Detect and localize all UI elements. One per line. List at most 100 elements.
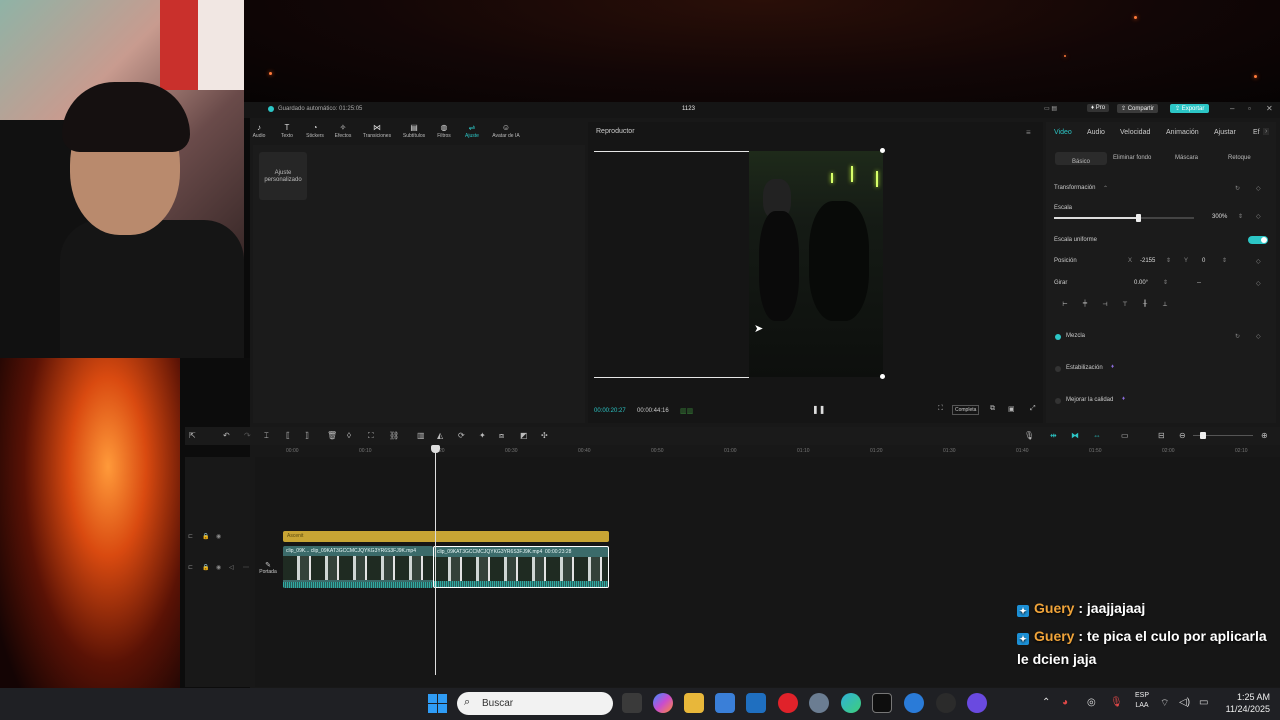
zoom-slider-knob[interactable] [1200, 432, 1206, 439]
magic-icon[interactable]: ✦ [479, 431, 486, 440]
subtab-basic[interactable]: Básico [1055, 152, 1107, 165]
taskbar-search[interactable]: Buscar [457, 692, 613, 715]
pause-button[interactable]: ❚❚ [812, 405, 825, 414]
link-clips-icon[interactable]: ⧓ [1071, 431, 1079, 440]
cover-button[interactable]: ✎ Portada [257, 561, 279, 579]
crop-tool-icon[interactable]: ⛶ [368, 431, 374, 441]
scale-slider-knob[interactable] [1136, 214, 1141, 222]
crop-icon[interactable]: ⛶ [938, 405, 943, 413]
rotate-tool-icon[interactable]: ⟳ [458, 431, 465, 440]
align-center-icon[interactable]: ╪ [1078, 301, 1092, 310]
playhead-handle[interactable] [431, 445, 440, 453]
pos-x-field[interactable]: -2155 [1140, 258, 1155, 264]
tab-animation[interactable]: Animación [1166, 129, 1199, 136]
lock-icon[interactable]: 🔒 [202, 533, 209, 540]
waveform-icon[interactable]: ▥▥ [680, 407, 693, 415]
undo-icon[interactable]: ↶ [223, 431, 230, 440]
caption-icon[interactable]: ▭ [1121, 431, 1129, 440]
tool-subtitles[interactable]: ▤ Subtítulos [399, 124, 429, 140]
align-bottom-icon[interactable]: ⊥ [1158, 301, 1172, 310]
tray-record-icon[interactable]: ◎ [1087, 697, 1096, 708]
redo-icon[interactable]: ↷ [244, 431, 251, 440]
playhead[interactable] [435, 445, 436, 675]
align-left-icon[interactable]: ⊢ [1058, 301, 1072, 310]
align-middle-icon[interactable]: ╫ [1138, 301, 1152, 310]
mirror-icon[interactable]: ◭ [437, 431, 443, 440]
rotate-extra[interactable]: -- [1197, 280, 1201, 286]
clock[interactable]: 1:25 AM 11/24/2025 [1220, 691, 1270, 715]
share-button[interactable]: ⇪ Compartir [1117, 104, 1159, 113]
store-icon[interactable] [715, 693, 735, 713]
video-clip[interactable]: clip_09K... clip_09KAT3GCCMCJQYKG3YR6S3F… [283, 546, 433, 588]
close-icon[interactable]: ✕ [1266, 104, 1273, 113]
file-explorer-icon[interactable] [684, 693, 704, 713]
stepper-icon[interactable]: ⇕ [1222, 257, 1227, 264]
maximize-icon[interactable]: ▫ [1248, 104, 1251, 113]
minimize-icon[interactable]: – [1230, 104, 1234, 113]
windows-start-icon[interactable] [428, 694, 448, 714]
fullscreen-preview-icon[interactable]: ⧉ [990, 405, 995, 413]
tool-audio[interactable]: ♪ Audio [244, 124, 274, 140]
ratio-icon[interactable]: ▣ [1008, 405, 1015, 413]
tab-effects[interactable]: Ef [1253, 129, 1260, 136]
custom-adjust-card[interactable]: Ajuste personalizado [259, 152, 307, 200]
reset-icon[interactable]: ↻ [1235, 185, 1240, 192]
lock-icon[interactable]: 🔒 [202, 564, 209, 571]
video-clip-selected[interactable]: clip_09KAT3GCCMCJQYKG3YR6S3FJ9K.mp4 00:0… [433, 546, 609, 588]
battery-icon[interactable]: ▭ [1199, 697, 1208, 708]
keyframe-icon[interactable]: ◇ [1256, 213, 1261, 220]
tray-app-icon[interactable]: ◕ [1062, 697, 1068, 708]
tab-video[interactable]: Video [1054, 129, 1072, 136]
keyframe-icon[interactable]: ◇ [1256, 333, 1261, 340]
resize-handle[interactable] [880, 374, 885, 379]
trim-right-icon[interactable]: ⟧ [305, 431, 309, 440]
quality-checkbox[interactable] [1055, 398, 1061, 404]
tab-speed[interactable]: Velocidad [1120, 129, 1150, 136]
video-preview[interactable] [749, 151, 883, 377]
pro-badge[interactable]: ♦ Pro [1087, 104, 1110, 112]
app-icon[interactable] [904, 693, 924, 713]
mute-icon[interactable]: ◁ [229, 564, 234, 571]
subtab-remove-bg[interactable]: Eliminar fondo [1113, 155, 1151, 161]
smart-cut-icon[interactable]: ✣ [541, 431, 548, 440]
freeze-icon[interactable]: ▥ [417, 431, 425, 440]
chevron-right-icon[interactable]: › [1263, 128, 1270, 135]
task-view-icon[interactable] [622, 693, 642, 713]
tool-text[interactable]: T Texto [272, 124, 302, 140]
chevron-up-icon[interactable]: ⌃ [1042, 697, 1050, 708]
tool-filters[interactable]: ◍ Filtros [429, 124, 459, 140]
copilot-icon[interactable] [653, 693, 673, 713]
select-tool-icon[interactable]: ⇱ [189, 431, 196, 440]
fit-icon[interactable]: ⊟ [1158, 431, 1165, 440]
tool-transitions[interactable]: ⋈ Transiciones [362, 124, 392, 140]
link-icon[interactable]: ⛓ [389, 431, 399, 440]
zoom-out-icon[interactable]: ⊖ [1179, 431, 1186, 440]
settings-icon[interactable] [809, 693, 829, 713]
tool-ai-avatar[interactable]: ☺ Avatar de IA [487, 124, 525, 140]
eye-icon[interactable]: ◉ [216, 533, 221, 540]
keyframe-icon[interactable]: ◇ [1256, 280, 1261, 287]
resize-handle[interactable] [880, 148, 885, 153]
stabilize-checkbox[interactable] [1055, 366, 1061, 372]
delete-icon[interactable]: 🗑 [327, 431, 337, 440]
stepper-icon[interactable]: ⇕ [1166, 257, 1171, 264]
preview-axis-icon[interactable]: ⇔ [1093, 431, 1101, 440]
trim-left-icon[interactable]: ⟦ [286, 431, 290, 440]
layout-icon[interactable]: ▭ ▤ [1044, 105, 1057, 112]
zoom-in-icon[interactable]: ⊕ [1261, 431, 1268, 440]
subtab-mask[interactable]: Máscara [1175, 155, 1198, 161]
uniform-scale-toggle[interactable] [1248, 236, 1268, 244]
keyframe-icon[interactable]: ◇ [1256, 185, 1261, 192]
export-button[interactable]: ⇪ Exportar [1170, 104, 1210, 113]
more-icon[interactable]: ⋯ [243, 564, 249, 571]
expand-icon[interactable]: ⤢ [1030, 405, 1036, 413]
scale-value[interactable]: 300% [1212, 214, 1227, 220]
split-icon[interactable]: ⌶ [264, 431, 269, 441]
rotate-field[interactable]: 0.00° [1134, 280, 1148, 286]
subtab-retouch[interactable]: Retoque [1228, 155, 1251, 161]
menu-icon[interactable]: ≡ [1026, 128, 1031, 137]
outlook-icon[interactable] [746, 693, 766, 713]
wifi-icon[interactable]: ⌔ [1160, 697, 1169, 710]
marker-icon[interactable]: ◊ [347, 431, 351, 440]
reset-icon[interactable]: ↻ [1235, 333, 1240, 340]
